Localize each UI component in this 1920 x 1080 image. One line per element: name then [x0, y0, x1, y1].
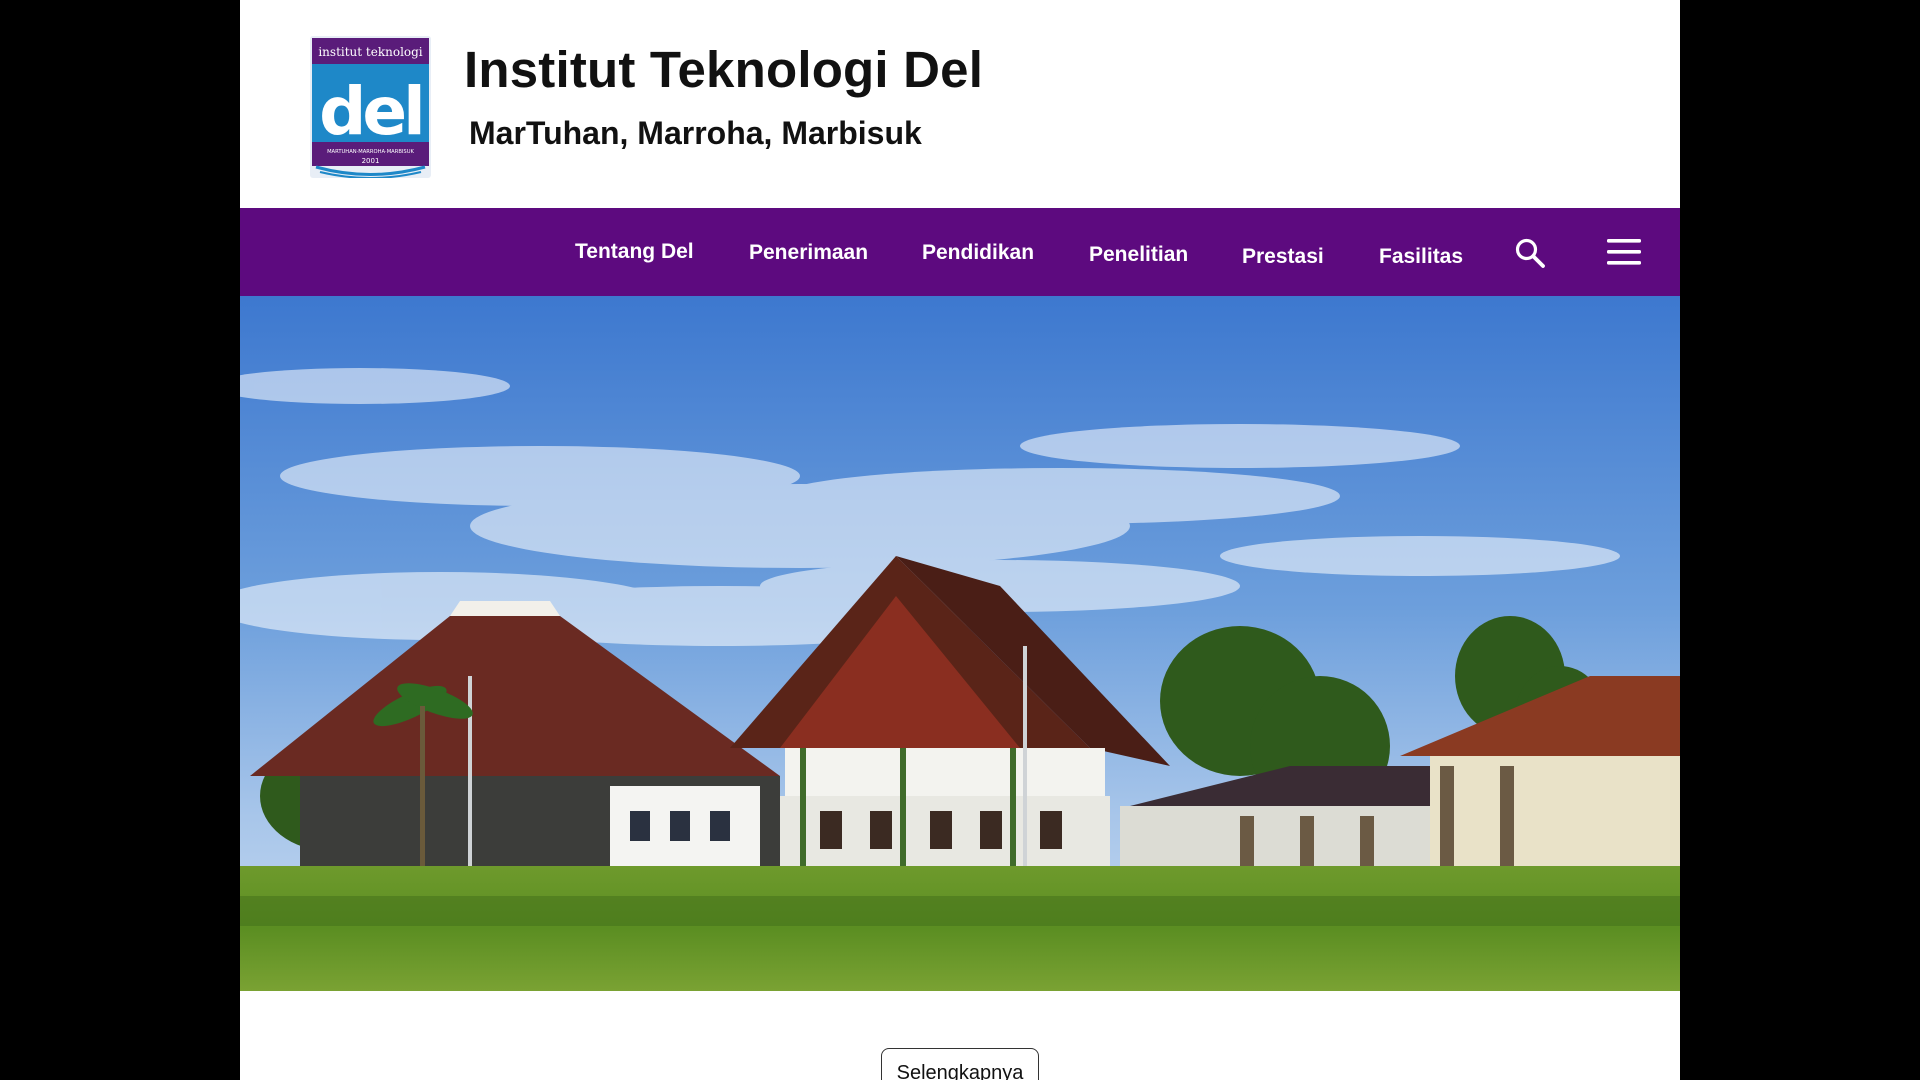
- read-more-button[interactable]: Selengkapnya: [881, 1048, 1039, 1080]
- logo-text-year: 2001: [362, 157, 380, 165]
- nav-item-prestasi[interactable]: Prestasi: [1242, 245, 1324, 269]
- hamburger-menu-icon[interactable]: [1607, 238, 1641, 271]
- logo-text-main: del: [319, 73, 422, 150]
- logo-text-top: institut teknologi: [318, 45, 422, 59]
- nav-item-penelitian[interactable]: Penelitian: [1089, 243, 1188, 267]
- site-title: Institut Teknologi Del: [464, 41, 984, 98]
- nav-item-pendidikan[interactable]: Pendidikan: [922, 241, 1034, 265]
- main-navigation: Tentang Del Penerimaan Pendidikan Peneli…: [240, 208, 1680, 296]
- page: institut teknologi del MARTUHAN·MARROHA·…: [240, 0, 1680, 1080]
- nav-item-penerimaan[interactable]: Penerimaan: [749, 241, 868, 265]
- nav-item-tentang-del[interactable]: Tentang Del: [575, 240, 694, 264]
- logo-text-motto: MARTUHAN·MARROHA·MARBISUK: [327, 149, 414, 155]
- site-logo[interactable]: institut teknologi del MARTUHAN·MARROHA·…: [310, 36, 431, 179]
- search-icon[interactable]: [1514, 237, 1546, 274]
- nav-item-fasilitas[interactable]: Fasilitas: [1379, 245, 1463, 269]
- hero-campus-image: [240, 296, 1680, 991]
- site-tagline: MarTuhan, Marroha, Marbisuk: [469, 115, 922, 151]
